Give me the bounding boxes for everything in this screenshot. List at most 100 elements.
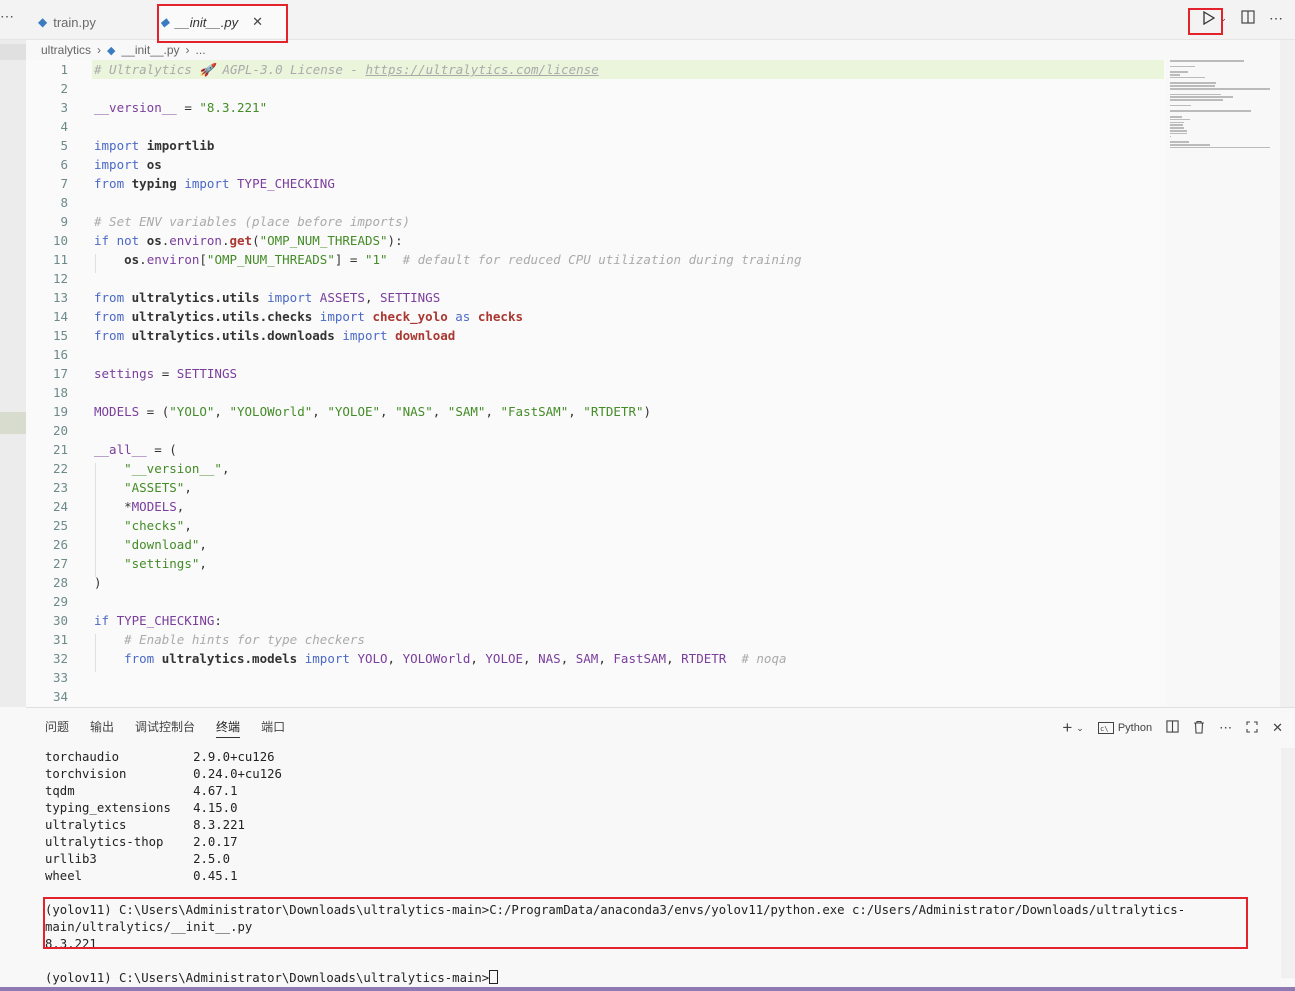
code-token: ): xyxy=(387,233,403,248)
code-line[interactable]: 5 import importlib xyxy=(26,136,1166,155)
split-terminal-icon[interactable] xyxy=(1166,720,1179,736)
code-token: from xyxy=(94,328,132,343)
tab-debug-console[interactable]: 调试控制台 xyxy=(135,718,195,738)
tab-ports[interactable]: 端口 xyxy=(261,718,285,738)
code-token: "RTDETR" xyxy=(583,404,644,419)
editor-scrollbar[interactable] xyxy=(1280,40,1295,707)
terminal-text: (yolov11) C:\Users\Administrator\Downloa… xyxy=(45,903,1186,917)
code-line[interactable]: 8 xyxy=(26,193,1166,212)
code-token: settings xyxy=(94,366,155,381)
run-python-button[interactable] xyxy=(1199,8,1219,28)
code-line[interactable]: 22 "__version__", xyxy=(26,459,1166,478)
code-line[interactable]: 21 __all__ = ( xyxy=(26,440,1166,459)
code-line[interactable]: 12 xyxy=(26,269,1166,288)
code-token: , xyxy=(560,651,576,666)
code-line[interactable]: 6 import os xyxy=(26,155,1166,174)
terminal-shell-selector[interactable]: c\ Python xyxy=(1097,722,1152,734)
code-line[interactable]: 14 from ultralytics.utils.checks import c… xyxy=(26,307,1166,326)
code-token: , xyxy=(523,651,539,666)
code-line[interactable]: 10 if not os.environ.get("OMP_NUM_THREADS… xyxy=(26,231,1166,250)
breadcrumb-folder[interactable]: ultralytics xyxy=(41,43,91,57)
breadcrumb-file[interactable]: __init__.py xyxy=(121,43,179,57)
code-line[interactable]: 24 *MODELS, xyxy=(26,497,1166,516)
code-line[interactable]: 17 settings = SETTINGS xyxy=(26,364,1166,383)
python-file-icon: ◆ xyxy=(160,15,170,29)
svg-text:c\: c\ xyxy=(1100,725,1108,733)
minimap[interactable] xyxy=(1168,60,1278,160)
code-line[interactable]: 19 MODELS = ("YOLO", "YOLOWorld", "YOLOE"… xyxy=(26,402,1166,421)
panel-actions: + ⌄ c\ Python ⋯ ✕ xyxy=(1062,718,1283,738)
code-line[interactable]: 23 "ASSETS", xyxy=(26,478,1166,497)
code-line[interactable]: 28) xyxy=(26,573,1166,592)
new-terminal-plus-icon[interactable]: + xyxy=(1062,718,1072,738)
code-line[interactable]: 1 # Ultralytics 🚀 AGPL-3.0 License - http… xyxy=(60,60,1164,79)
code-token: "download" xyxy=(124,537,200,552)
code-line[interactable]: 2 xyxy=(26,79,1166,98)
code-line[interactable]: 15 from ultralytics.utils.downloads impor… xyxy=(26,326,1166,345)
code-line[interactable]: 11 os.environ["OMP_NUM_THREADS"] = "1" #… xyxy=(26,250,1166,269)
code-line[interactable]: 13 from ultralytics.utils import ASSETS, … xyxy=(26,288,1166,307)
line-number: 12 xyxy=(52,271,68,286)
terminal-scrollbar[interactable] xyxy=(1281,748,1295,978)
minimap-line xyxy=(1170,93,1221,96)
chevron-down-icon[interactable]: ⌄ xyxy=(1219,13,1227,24)
code-line[interactable]: 32 from ultralytics.models import YOLO, … xyxy=(26,649,1166,668)
code-text: from ultralytics.utils.checks import che… xyxy=(94,307,523,326)
code-editor[interactable]: 1 # Ultralytics 🚀 AGPL-3.0 License - http… xyxy=(26,60,1166,706)
split-editor-icon[interactable] xyxy=(1241,9,1255,27)
status-bar xyxy=(0,987,1295,991)
code-token: if xyxy=(94,613,117,628)
code-line[interactable]: 33 xyxy=(26,668,1166,687)
code-token: import xyxy=(94,157,147,172)
code-line[interactable]: 29 xyxy=(26,592,1166,611)
code-text: # Ultralytics 🚀 AGPL-3.0 License - https… xyxy=(94,60,599,79)
terminal-text: typing_extensions 4.15.0 xyxy=(45,801,238,815)
chevron-down-icon[interactable]: ⌄ xyxy=(1076,723,1084,734)
tab-train-py[interactable]: ◆ train.py xyxy=(38,6,156,38)
more-icon[interactable]: ⋯ xyxy=(0,8,14,25)
code-token: ultralytics.models xyxy=(161,651,298,666)
close-icon[interactable]: ✕ xyxy=(252,14,263,30)
trash-icon[interactable] xyxy=(1193,720,1205,737)
code-line[interactable]: 3 __version__ = "8.3.221" xyxy=(26,98,1166,117)
maximize-panel-icon[interactable] xyxy=(1246,720,1258,736)
code-token: importlib xyxy=(146,138,215,153)
code-token: , xyxy=(312,404,328,419)
code-line[interactable]: 4 xyxy=(26,117,1166,136)
close-panel-icon[interactable]: ✕ xyxy=(1272,720,1283,736)
code-line[interactable]: 16 xyxy=(26,345,1166,364)
line-number: 16 xyxy=(52,347,68,362)
code-line[interactable]: 30 if TYPE_CHECKING: xyxy=(26,611,1166,630)
terminal-text: torchaudio 2.9.0+cu126 xyxy=(45,750,275,764)
minimap-line xyxy=(1170,65,1196,68)
code-token: get xyxy=(229,233,253,248)
line-number: 3 xyxy=(60,100,68,115)
more-actions-icon[interactable]: ⋯ xyxy=(1219,720,1232,736)
line-number: 32 xyxy=(52,651,68,666)
line-number: 6 xyxy=(60,157,68,172)
tab-terminal[interactable]: 终端 xyxy=(216,718,241,738)
code-line[interactable]: 34 xyxy=(26,687,1166,706)
code-line[interactable]: 7 from typing import TYPE_CHECKING xyxy=(26,174,1166,193)
code-line[interactable]: 31 # Enable hints for type checkers xyxy=(26,630,1166,649)
tab-output[interactable]: 输出 xyxy=(90,718,114,738)
breadcrumb-more[interactable]: ... xyxy=(196,43,206,57)
code-line[interactable]: 9 # Set ENV variables (place before impor… xyxy=(26,212,1166,231)
code-line[interactable]: 20 xyxy=(26,421,1166,440)
code-line[interactable]: 25 "checks", xyxy=(26,516,1166,535)
tab-problems[interactable]: 问题 xyxy=(45,718,69,738)
editor-actions: ⌄ ⋯ xyxy=(1199,8,1283,28)
code-token: = xyxy=(154,366,177,381)
more-actions-icon[interactable]: ⋯ xyxy=(1269,10,1283,27)
code-token: FastSAM xyxy=(613,651,667,666)
code-line[interactable]: 18 xyxy=(26,383,1166,402)
panel-tabs: 问题 输出 调试控制台 终端 端口 xyxy=(45,718,285,738)
code-line[interactable]: 27 "settings", xyxy=(26,554,1166,573)
code-line[interactable]: 26 "download", xyxy=(26,535,1166,554)
code-text: os.environ["OMP_NUM_THREADS"] = "1" # de… xyxy=(94,250,801,269)
code-token: "YOLO" xyxy=(169,404,215,419)
tab-init-py[interactable]: ◆ __init__.py ✕ xyxy=(158,6,286,38)
line-number: 34 xyxy=(52,689,68,704)
